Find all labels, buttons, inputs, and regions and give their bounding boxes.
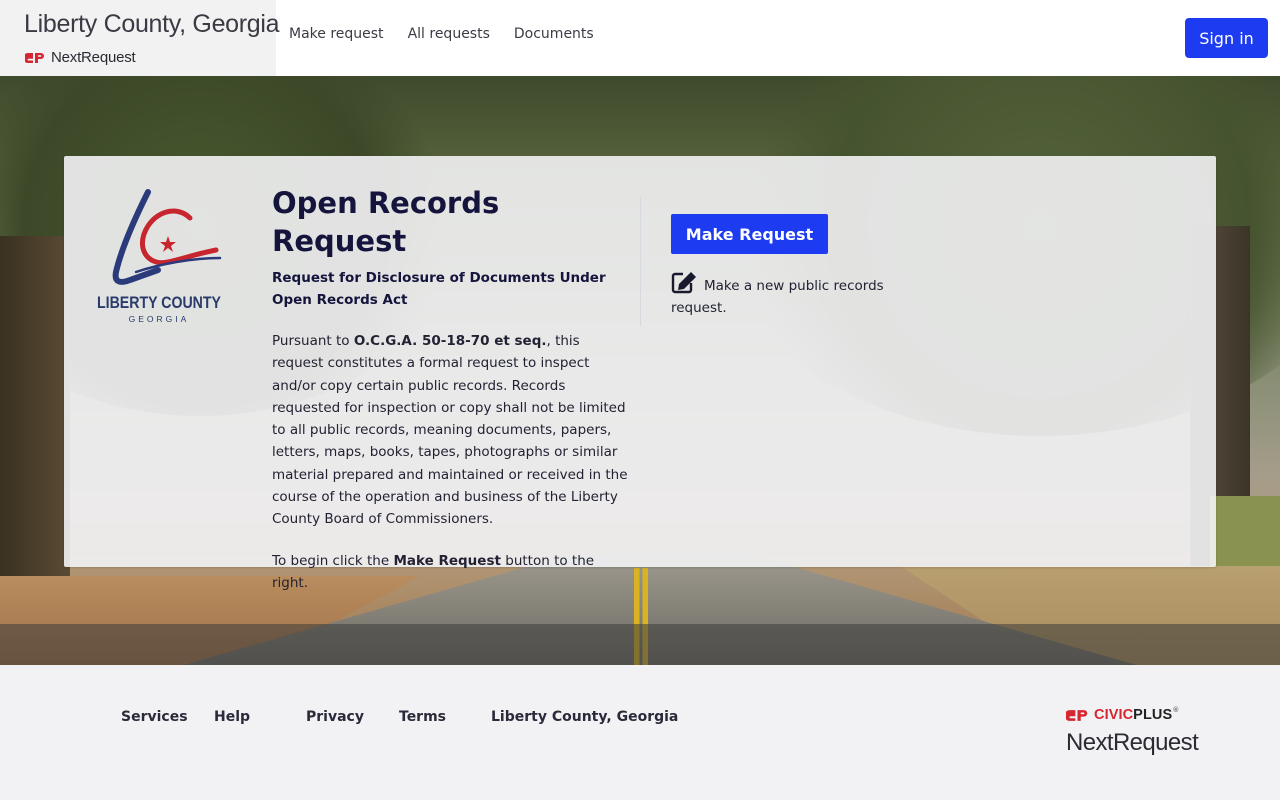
request-action: Make Request Make a new public records r… xyxy=(671,214,901,319)
hero-shadow xyxy=(0,624,1280,665)
footer-help-link[interactable]: Help xyxy=(214,709,250,725)
begin-instruction: To begin click the Make Request button t… xyxy=(272,550,628,594)
hero-grass xyxy=(1210,496,1280,576)
civicplus-plus: PLUS xyxy=(1133,707,1173,723)
footer-privacy-link[interactable]: Privacy xyxy=(306,709,364,725)
sign-in-button[interactable]: Sign in xyxy=(1185,18,1268,58)
request-info: Open Records Request Request for Disclos… xyxy=(272,184,628,594)
main-nav: Make request All requests Documents xyxy=(289,26,618,42)
civicplus-mark-icon xyxy=(1066,709,1088,721)
civicplus-logo[interactable]: CIVICPLUS® xyxy=(1066,707,1179,723)
nextrequest-logo: NextRequest xyxy=(25,49,136,66)
logo-state-name: GEORGIA xyxy=(129,314,190,324)
nav-all-requests[interactable]: All requests xyxy=(408,26,490,42)
site-title[interactable]: Liberty County, Georgia xyxy=(24,10,280,39)
logo-county-name: LIBERTY COUNTY xyxy=(97,293,222,312)
civicplus-civic: CIVIC xyxy=(1094,707,1134,723)
make-request-description: Make a new public records request. xyxy=(671,270,901,319)
brand-area[interactable]: Liberty County, Georgia NextRequest xyxy=(0,0,280,76)
column-divider xyxy=(640,196,641,326)
footer-nextrequest-logo[interactable]: NextRequest xyxy=(1066,729,1199,757)
edit-icon xyxy=(671,272,696,294)
statute-reference: O.C.G.A. 50-18-70 et seq. xyxy=(353,333,547,349)
cta-prefix: To begin click the xyxy=(272,552,394,569)
request-description: Pursuant to O.C.G.A. 50-18-70 et seq., t… xyxy=(272,330,628,531)
nav-make-request[interactable]: Make request xyxy=(289,26,384,42)
nextrequest-logo-text: NextRequest xyxy=(51,49,136,66)
site-header: Liberty County, Georgia NextRequest Make… xyxy=(0,0,1280,76)
civicplus-registered: ® xyxy=(1173,707,1179,714)
make-request-button[interactable]: Make Request xyxy=(671,214,828,254)
liberty-county-logo: LIBERTY COUNTY GEORGIA xyxy=(97,189,222,324)
civicplus-mark-icon xyxy=(25,52,44,63)
make-request-text: Make a new public records request. xyxy=(671,278,884,316)
footer-county-link[interactable]: Liberty County, Georgia xyxy=(491,709,678,725)
page-subtitle: Request for Disclosure of Documents Unde… xyxy=(272,270,606,308)
cta-bold: Make Request xyxy=(393,552,501,569)
civicplus-logo-text: CIVICPLUS® xyxy=(1094,707,1179,723)
page-title: Open Records Request xyxy=(272,186,500,258)
body-text: , this request constitutes a formal requ… xyxy=(272,333,628,528)
body-prefix: Pursuant to xyxy=(272,333,354,349)
footer-services-link[interactable]: Services xyxy=(121,709,188,725)
records-request-card: LIBERTY COUNTY GEORGIA Open Records Requ… xyxy=(64,156,1216,591)
site-footer: Services Help Privacy Terms Liberty Coun… xyxy=(0,665,1280,800)
nav-documents[interactable]: Documents xyxy=(514,26,594,42)
footer-terms-link[interactable]: Terms xyxy=(399,709,446,725)
